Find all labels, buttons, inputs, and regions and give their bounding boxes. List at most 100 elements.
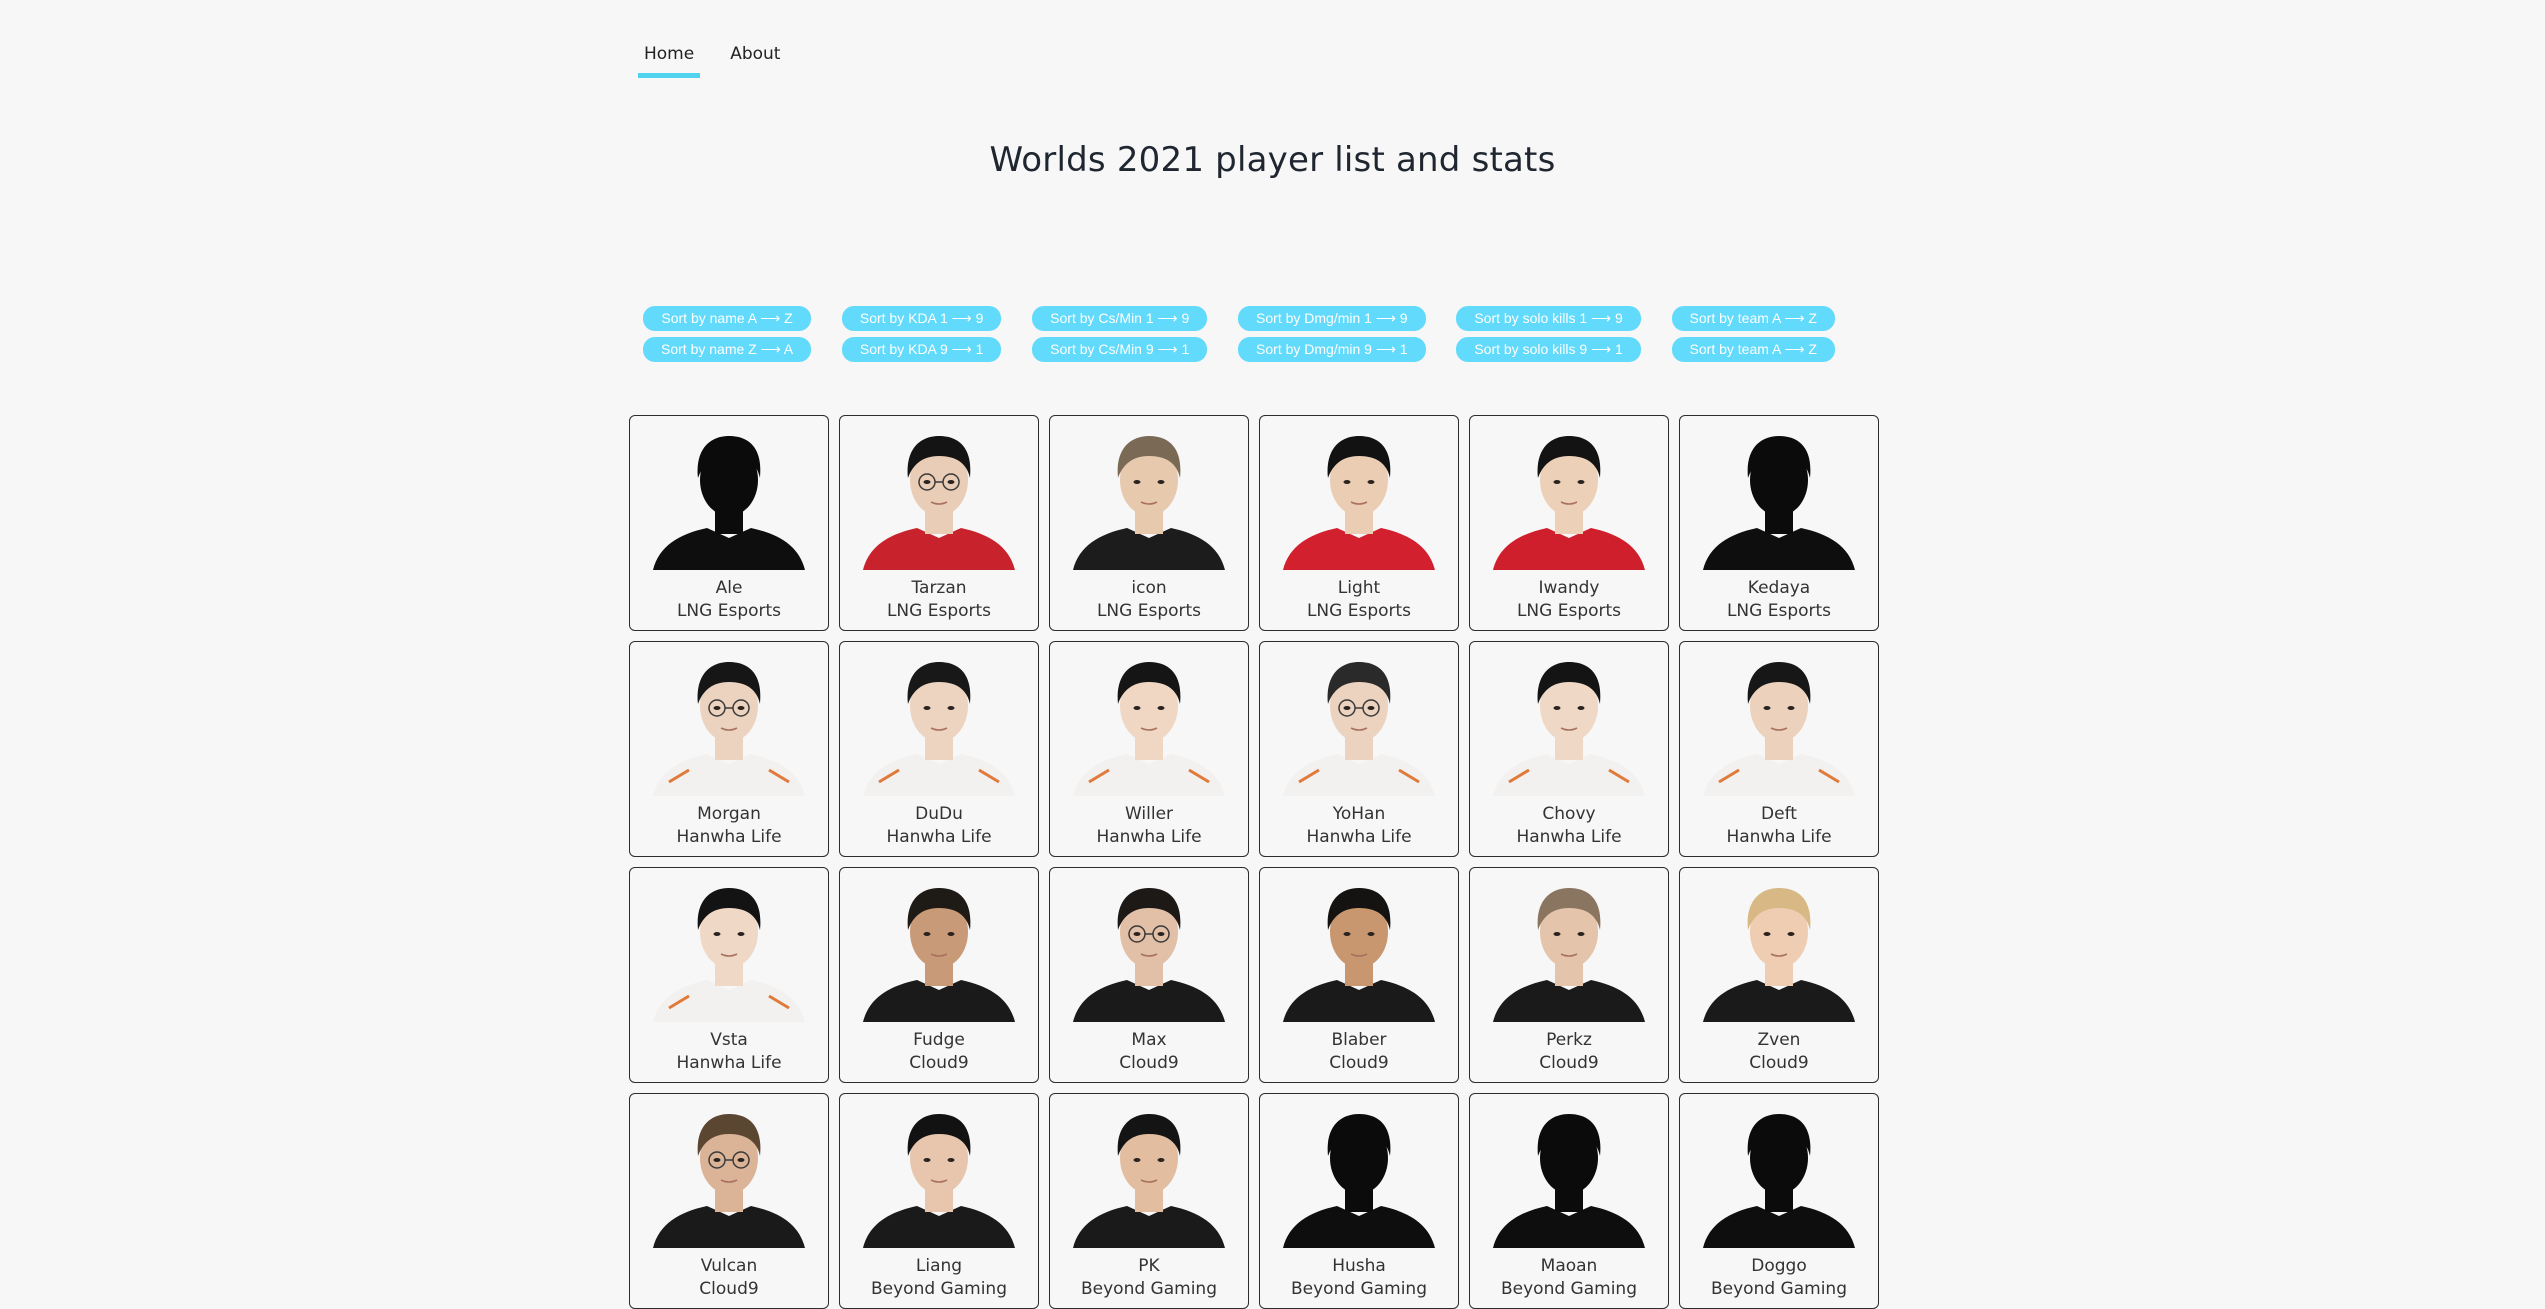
sort-name-asc-button[interactable]: Sort by name A ⟶ Z [643, 306, 811, 331]
player-card[interactable]: Tarzan LNG Esports [839, 415, 1039, 631]
player-card[interactable]: Perkz Cloud9 [1469, 867, 1669, 1083]
eye-shape [1553, 706, 1561, 710]
player-name: Max [1131, 1030, 1167, 1050]
player-photo [1489, 652, 1649, 796]
nav-home[interactable]: Home [638, 38, 701, 78]
eye-shape [1763, 932, 1771, 936]
player-name: Husha [1332, 1256, 1386, 1276]
player-team: LNG Esports [1096, 601, 1202, 621]
shirt-shape [863, 980, 1015, 1022]
eye-shape [1553, 932, 1561, 936]
eye-shape [1133, 932, 1141, 936]
player-photo [1279, 652, 1439, 796]
eye-shape [1367, 706, 1375, 710]
player-card[interactable]: Iwandy LNG Esports [1469, 415, 1669, 631]
player-card[interactable]: Vsta Hanwha Life [629, 867, 829, 1083]
player-name: Tarzan [911, 578, 967, 598]
player-portrait-image [1493, 888, 1645, 1022]
sort-kda-asc-button[interactable]: Sort by KDA 1 ⟶ 9 [841, 306, 1002, 331]
player-photo [859, 426, 1019, 570]
player-card[interactable]: DuDu Hanwha Life [839, 641, 1039, 857]
player-card[interactable]: Ale LNG Esports [629, 415, 829, 631]
top-nav: Home About [638, 38, 810, 78]
eye-shape [737, 932, 745, 936]
player-card[interactable]: Light LNG Esports [1259, 415, 1459, 631]
sort-dmgmin-desc-button[interactable]: Sort by Dmg/min 9 ⟶ 1 [1238, 337, 1426, 362]
sort-group-solokills: Sort by solo kills 1 ⟶ 9 Sort by solo ki… [1456, 306, 1641, 362]
player-team: Beyond Gaming [1081, 1279, 1217, 1299]
player-team: LNG Esports [1516, 601, 1622, 621]
player-card[interactable]: Willer Hanwha Life [1049, 641, 1249, 857]
sort-csmin-desc-button[interactable]: Sort by Cs/Min 9 ⟶ 1 [1032, 337, 1208, 362]
eye-shape [923, 480, 931, 484]
page-title: Worlds 2021 player list and stats [989, 140, 1556, 180]
player-photo [859, 1104, 1019, 1248]
player-photo [859, 878, 1019, 1022]
player-photo [1069, 878, 1229, 1022]
shirt-shape [1283, 1206, 1435, 1248]
player-portrait-image [863, 436, 1015, 570]
eye-shape [1133, 480, 1141, 484]
shirt-shape [1073, 528, 1225, 570]
player-card[interactable]: Liang Beyond Gaming [839, 1093, 1039, 1309]
player-portrait-image [1283, 888, 1435, 1022]
player-name: YoHan [1332, 804, 1386, 824]
player-team: Beyond Gaming [1501, 1279, 1637, 1299]
player-card[interactable]: Blaber Cloud9 [1259, 867, 1459, 1083]
player-card[interactable]: Max Cloud9 [1049, 867, 1249, 1083]
player-card[interactable]: Kedaya LNG Esports [1679, 415, 1879, 631]
eye-shape [1787, 932, 1795, 936]
shirt-shape [1703, 980, 1855, 1022]
player-name: Light [1337, 578, 1381, 598]
player-card[interactable]: YoHan Hanwha Life [1259, 641, 1459, 857]
eye-shape [947, 1158, 955, 1162]
eye-shape [1577, 706, 1585, 710]
player-portrait-image [653, 888, 805, 1022]
sort-group-team: Sort by team A ⟶ Z Sort by team A ⟶ Z [1671, 306, 1835, 362]
nav-about[interactable]: About [724, 38, 786, 72]
shirt-shape [1493, 980, 1645, 1022]
player-team: LNG Esports [886, 601, 992, 621]
sort-csmin-asc-button[interactable]: Sort by Cs/Min 1 ⟶ 9 [1032, 306, 1208, 331]
player-team: Hanwha Life [1726, 827, 1832, 847]
player-card[interactable]: Zven Cloud9 [1679, 867, 1879, 1083]
player-photo [1699, 652, 1859, 796]
player-card[interactable]: Chovy Hanwha Life [1469, 641, 1669, 857]
player-portrait-image [653, 662, 805, 796]
eye-shape [1763, 706, 1771, 710]
player-photo [859, 652, 1019, 796]
sort-solokills-asc-button[interactable]: Sort by solo kills 1 ⟶ 9 [1456, 306, 1641, 331]
sort-team-desc-button[interactable]: Sort by team A ⟶ Z [1671, 337, 1835, 362]
eye-shape [1367, 932, 1375, 936]
player-card[interactable]: Husha Beyond Gaming [1259, 1093, 1459, 1309]
player-card[interactable]: Deft Hanwha Life [1679, 641, 1879, 857]
player-team: LNG Esports [1726, 601, 1832, 621]
sort-solokills-desc-button[interactable]: Sort by solo kills 9 ⟶ 1 [1456, 337, 1641, 362]
sort-controls: Sort by name A ⟶ Z Sort by name Z ⟶ A So… [643, 306, 1835, 362]
eye-shape [947, 480, 955, 484]
player-portrait-image [1073, 662, 1225, 796]
player-photo [1699, 426, 1859, 570]
shirt-shape [1073, 754, 1225, 796]
player-photo [1279, 426, 1439, 570]
sort-kda-desc-button[interactable]: Sort by KDA 9 ⟶ 1 [841, 337, 1002, 362]
player-card[interactable]: Maoan Beyond Gaming [1469, 1093, 1669, 1309]
shirt-shape [1283, 980, 1435, 1022]
player-photo [1279, 1104, 1439, 1248]
sort-dmgmin-asc-button[interactable]: Sort by Dmg/min 1 ⟶ 9 [1238, 306, 1426, 331]
player-name: Liang [915, 1256, 963, 1276]
sort-name-desc-button[interactable]: Sort by name Z ⟶ A [643, 337, 812, 362]
player-grid: Ale LNG Esports Tarzan LNG Esports icon LNG E… [629, 415, 1879, 1309]
player-name: Deft [1761, 804, 1797, 824]
player-card[interactable]: Doggo Beyond Gaming [1679, 1093, 1879, 1309]
player-card[interactable]: Fudge Cloud9 [839, 867, 1039, 1083]
player-card[interactable]: Vulcan Cloud9 [629, 1093, 829, 1309]
eye-shape [737, 1158, 745, 1162]
sort-team-asc-button[interactable]: Sort by team A ⟶ Z [1671, 306, 1835, 331]
player-card[interactable]: PK Beyond Gaming [1049, 1093, 1249, 1309]
shirt-shape [1283, 754, 1435, 796]
player-photo [649, 652, 809, 796]
player-portrait-image [1073, 888, 1225, 1022]
player-card[interactable]: Morgan Hanwha Life [629, 641, 829, 857]
player-card[interactable]: icon LNG Esports [1049, 415, 1249, 631]
